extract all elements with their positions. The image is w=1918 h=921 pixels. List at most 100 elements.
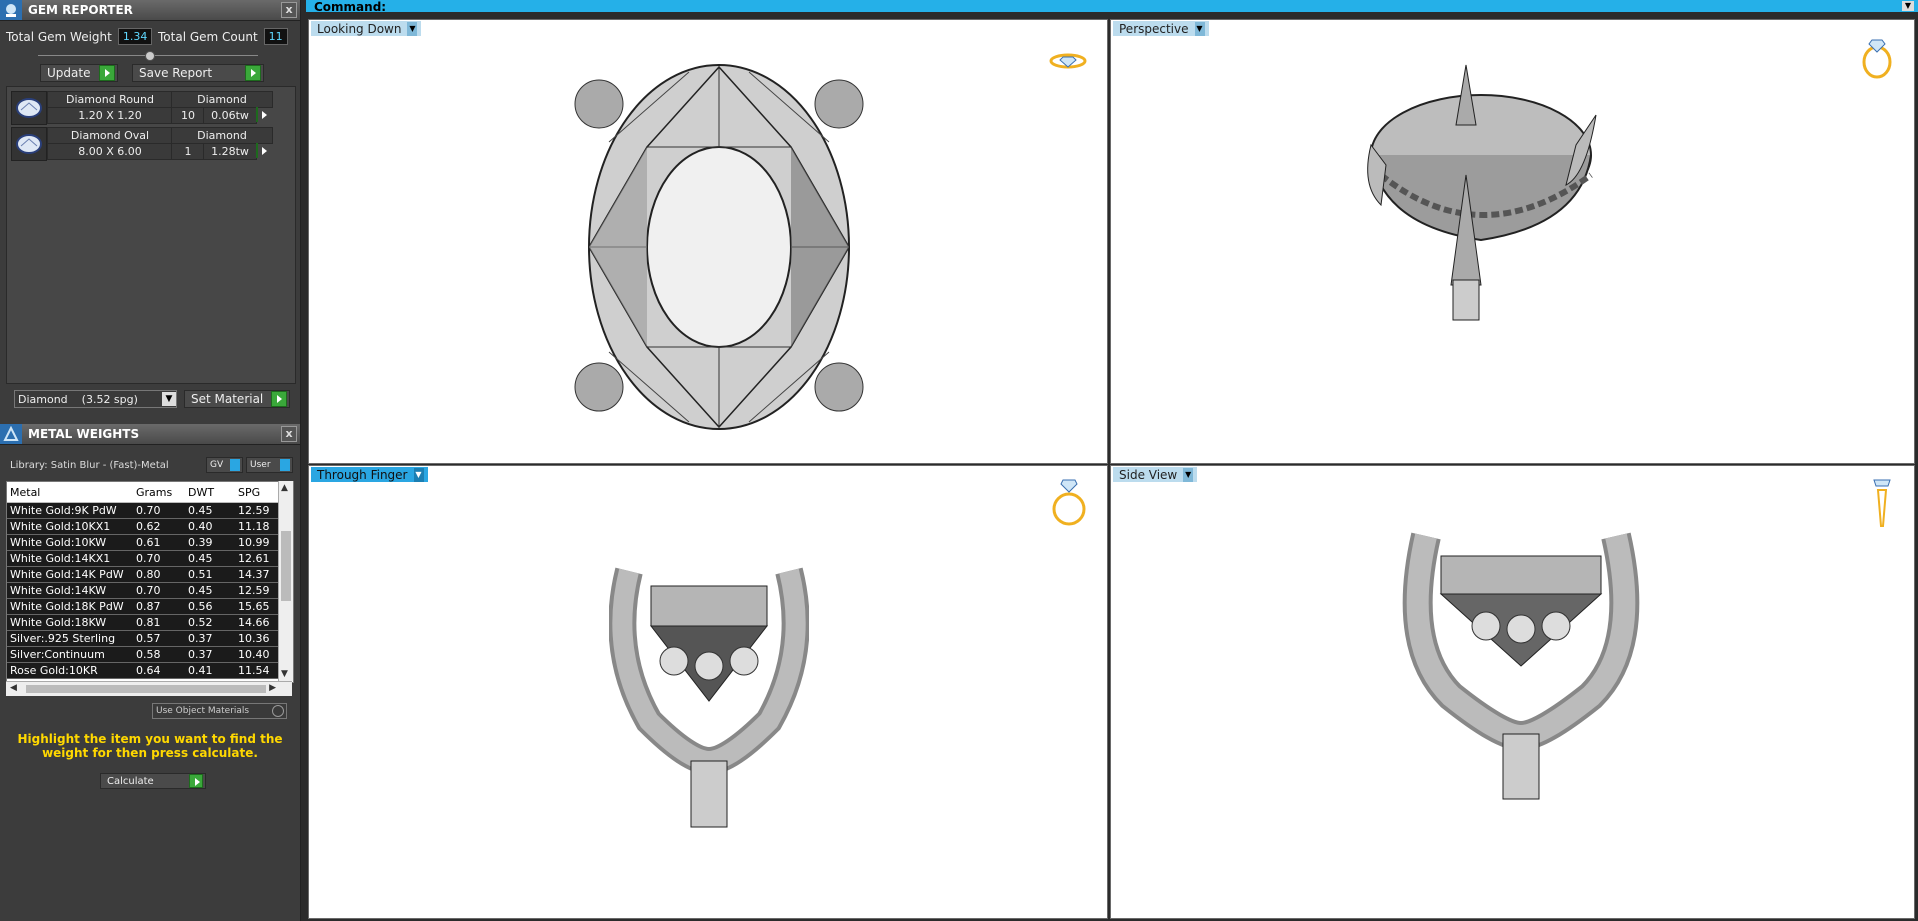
table-cell: 0.80: [133, 566, 185, 583]
table-cell: 0.62: [133, 518, 185, 535]
update-button[interactable]: Update: [40, 64, 118, 82]
vertical-scrollbar[interactable]: ▲ ▼: [278, 481, 293, 681]
set-material-button[interactable]: Set Material: [184, 390, 290, 408]
viewport-label[interactable]: Side View ▼: [1113, 467, 1198, 482]
chevron-down-icon[interactable]: ▼: [407, 21, 418, 36]
table-row[interactable]: White Gold:10KW 0.61 0.39 10.99: [7, 534, 293, 551]
table-cell: 0.39: [185, 534, 235, 551]
metal-table: Metal Grams DWT SPG White Gold:9K PdW 0.7…: [6, 481, 294, 683]
gem-material: Diamond: [171, 91, 273, 108]
chevron-down-icon[interactable]: ▼: [1194, 21, 1205, 36]
table-row[interactable]: White Gold:14KW 0.70 0.45 12.59: [7, 582, 293, 599]
viewport-label-text: Looking Down: [317, 21, 402, 36]
scroll-up-icon[interactable]: ▲: [281, 483, 288, 493]
viewport-looking-down[interactable]: Looking Down ▼: [308, 19, 1108, 464]
total-weight-group: Total Gem Weight 1.34: [6, 28, 153, 45]
use-object-materials-checkbox[interactable]: Use Object Materials: [152, 703, 287, 719]
select-gem-button[interactable]: [256, 143, 258, 158]
select-gem-button[interactable]: [256, 107, 258, 122]
gem-weight: 1.28tw: [203, 143, 257, 160]
chevron-down-icon[interactable]: ▼: [1183, 467, 1194, 482]
viewport-label-text: Perspective: [1119, 21, 1189, 36]
table-row[interactable]: Rose Gold:10KR 0.64 0.41 11.54: [7, 662, 293, 679]
table-cell: White Gold:10KX1: [7, 518, 133, 535]
play-icon: [271, 391, 287, 407]
scroll-right-icon[interactable]: ▶: [269, 683, 276, 693]
gv-button[interactable]: GV: [206, 457, 243, 473]
table-cell: White Gold:18KW: [7, 614, 133, 631]
table-cell: 0.37: [185, 630, 235, 647]
scrollbar-thumb[interactable]: [281, 531, 291, 601]
gv-label: GV: [210, 460, 224, 470]
material-select-value: Diamond (3.52 spg): [18, 392, 138, 406]
user-button[interactable]: User: [246, 457, 293, 473]
table-row[interactable]: White Gold:18KW 0.81 0.52 14.66: [7, 614, 293, 631]
ring-front-view-icon[interactable]: [1051, 476, 1087, 528]
left-panel: GEM REPORTER x Total Gem Weight 1.34 Tot…: [0, 0, 301, 921]
gem-name: Diamond Round: [47, 91, 173, 108]
scrollbar-thumb[interactable]: [26, 685, 266, 693]
ring-top-view-icon[interactable]: [1049, 50, 1087, 72]
gem-reporter-icon: [0, 0, 22, 20]
table-cell: 0.45: [185, 550, 235, 567]
column-header[interactable]: Grams: [133, 482, 185, 503]
horizontal-scrollbar[interactable]: ◀ ▶: [6, 681, 292, 696]
play-icon: [189, 774, 203, 788]
save-report-button[interactable]: Save Report: [132, 64, 264, 82]
table-cell: Rose Gold:10KR: [7, 662, 133, 679]
column-header[interactable]: DWT: [185, 482, 235, 503]
ring-perspective-icon[interactable]: [1860, 32, 1894, 80]
table-row[interactable]: White Gold:18K PdW 0.87 0.56 15.65: [7, 598, 293, 615]
viewport-side-view[interactable]: Side View ▼: [1110, 465, 1915, 919]
size-slider-handle[interactable]: [145, 51, 155, 61]
chevron-down-icon: ▼: [162, 392, 176, 406]
command-bar[interactable]: Command: ▼: [306, 0, 1918, 14]
table-row[interactable]: Silver:Continuum 0.58 0.37 10.40: [7, 646, 293, 663]
table-cell: White Gold:18K PdW: [7, 598, 133, 615]
library-label: Library: Satin Blur - (Fast)-Metal: [10, 460, 169, 471]
calculate-button[interactable]: Calculate: [100, 773, 206, 789]
metal-weights-title: METAL WEIGHTS: [28, 427, 140, 441]
oval-gem-thumbnail-icon: [11, 127, 47, 161]
ring-side-view-icon[interactable]: [1870, 476, 1894, 528]
ring-model-front-view: [609, 567, 809, 828]
play-icon: [99, 65, 115, 81]
column-header[interactable]: Metal: [7, 482, 133, 503]
table-row[interactable]: Silver:.925 Sterling 0.57 0.37 10.36: [7, 630, 293, 647]
viewport-label-text: Through Finger: [317, 467, 408, 482]
viewport-through-finger[interactable]: Through Finger ▼: [308, 465, 1108, 919]
close-gem-reporter-button[interactable]: x: [281, 2, 297, 18]
scroll-down-icon[interactable]: ▼: [281, 669, 288, 679]
chevron-down-icon[interactable]: ▼: [1902, 1, 1914, 11]
table-row[interactable]: White Gold:14K PdW 0.80 0.51 14.37: [7, 566, 293, 583]
total-weight-value: 1.34: [117, 28, 153, 45]
total-weight-label: Total Gem Weight: [6, 29, 112, 44]
viewport-label[interactable]: Perspective ▼: [1113, 21, 1209, 36]
viewport-label[interactable]: Through Finger ▼: [311, 467, 428, 482]
gem-reporter-titlebar: GEM REPORTER x: [0, 0, 300, 21]
hint-text: Highlight the item you want to find the …: [17, 732, 283, 760]
list-item[interactable]: Diamond Round Diamond 1.20 X 1.20 10 0.0…: [11, 91, 273, 125]
table-cell: 0.70: [133, 550, 185, 567]
chevron-down-icon[interactable]: ▼: [413, 467, 424, 482]
table-row[interactable]: White Gold:10KX1 0.62 0.40 11.18: [7, 518, 293, 535]
list-item[interactable]: Diamond Oval Diamond 8.00 X 6.00 1 1.28t…: [11, 127, 273, 161]
table-cell: 0.56: [185, 598, 235, 615]
table-cell: White Gold:14K PdW: [7, 566, 133, 583]
gem-size: 1.20 X 1.20: [47, 107, 173, 124]
command-label: Command:: [314, 0, 387, 14]
gem-material: Diamond: [171, 127, 273, 144]
viewport-perspective[interactable]: Perspective ▼: [1110, 19, 1915, 464]
scale-icon: [0, 424, 22, 444]
viewport-label[interactable]: Looking Down ▼: [311, 21, 422, 36]
table-row[interactable]: White Gold:9K PdW 0.70 0.45 12.59: [7, 502, 293, 519]
info-icon: [280, 459, 290, 471]
table-cell: 0.37: [185, 646, 235, 663]
material-select[interactable]: Diamond (3.52 spg) ▼: [14, 390, 177, 408]
table-row[interactable]: White Gold:14KX1 0.70 0.45 12.61: [7, 550, 293, 567]
scroll-left-icon[interactable]: ◀: [10, 683, 17, 693]
table-cell: 0.81: [133, 614, 185, 631]
gem-count: 10: [171, 107, 205, 124]
ring-model-side-view: [1402, 532, 1640, 800]
close-metal-weights-button[interactable]: x: [281, 426, 297, 442]
